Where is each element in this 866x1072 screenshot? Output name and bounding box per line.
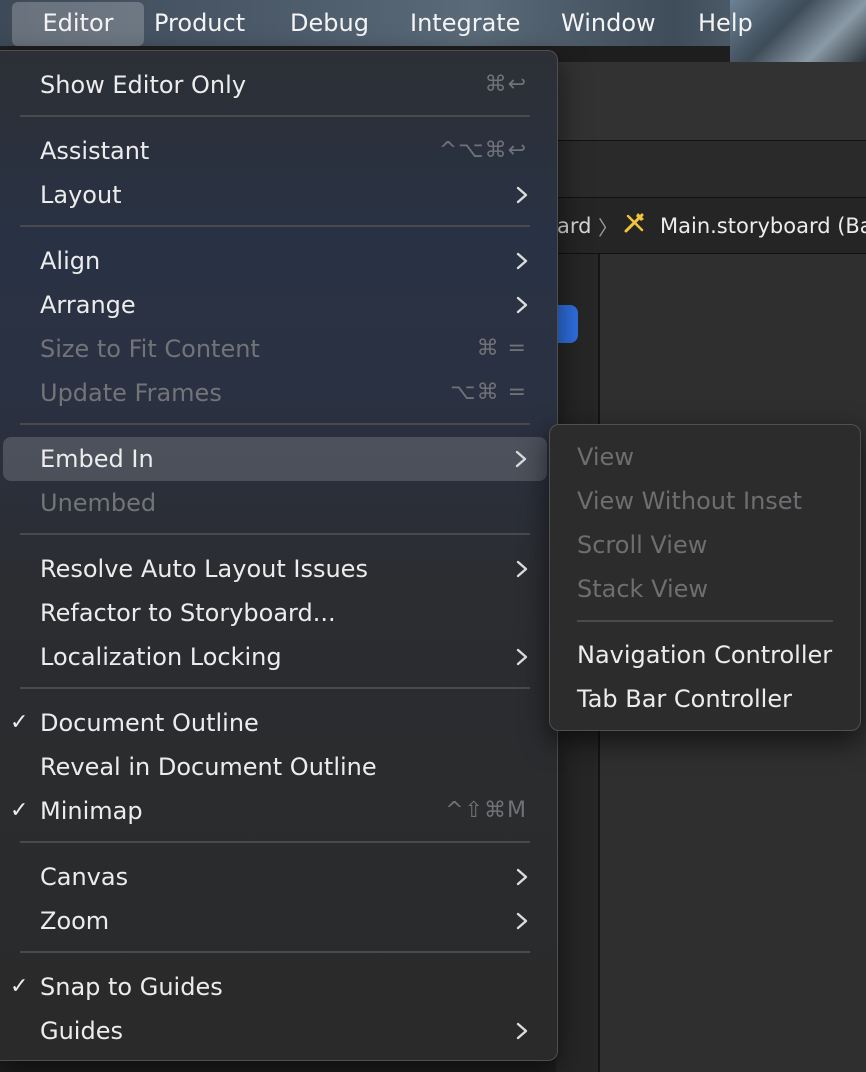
menu-separator <box>577 620 833 622</box>
menu-item-label: Document Outline <box>40 709 259 737</box>
chevron-right-icon <box>515 450 527 468</box>
menu-item-reveal-in-document-outline[interactable]: Reveal in Document Outline <box>0 745 557 789</box>
menu-item-label: Update Frames <box>40 379 222 407</box>
chevron-right-icon <box>516 912 528 930</box>
menu-item-label: Resolve Auto Layout Issues <box>40 555 368 583</box>
menu-item-label: Refactor to Storyboard... <box>40 599 336 627</box>
keyboard-shortcut: ^⇧⌘M <box>445 798 527 823</box>
menu-item-label: Show Editor Only <box>40 71 247 99</box>
editor-tab-bar <box>556 141 866 198</box>
menu-separator <box>20 687 530 689</box>
chevron-right-icon <box>516 252 528 270</box>
selection-highlight <box>556 305 578 343</box>
menu-separator <box>20 951 530 953</box>
menu-separator <box>20 115 530 117</box>
menu-item-label: Minimap <box>40 797 143 825</box>
menu-item-document-outline[interactable]: ✓ Document Outline <box>0 701 557 745</box>
keyboard-shortcut: ⌘↩ <box>484 72 527 97</box>
embed-in-submenu: View View Without Inset Scroll View Stack V… <box>549 424 861 731</box>
storyboard-icon <box>624 213 644 233</box>
menu-item-embed-in[interactable]: Embed In <box>3 437 547 481</box>
submenu-item-label: Stack View <box>577 575 709 603</box>
submenu-item-navigation-controller[interactable]: Navigation Controller <box>550 633 860 677</box>
menu-item-label: Unembed <box>40 489 157 517</box>
menu-separator <box>20 225 530 227</box>
editor-menu: Show Editor Only ⌘↩ Assistant ^⌥⌘↩ Layout Ali… <box>0 50 558 1061</box>
menu-item-arrange[interactable]: Arrange <box>0 283 557 327</box>
menubar-item-integrate[interactable]: Integrate <box>410 0 520 46</box>
menu-item-align[interactable]: Align <box>0 239 557 283</box>
submenu-item-label: Scroll View <box>577 531 708 559</box>
menu-item-refactor-to-storyboard[interactable]: Refactor to Storyboard... <box>0 591 557 635</box>
keyboard-shortcut: ⌘ = <box>476 336 527 361</box>
menu-separator <box>20 423 530 425</box>
menu-item-label: Canvas <box>40 863 129 891</box>
menubar-item-help[interactable]: Help <box>698 0 753 46</box>
submenu-item-label: Navigation Controller <box>577 641 833 669</box>
menu-separator <box>20 533 530 535</box>
menu-item-label: Assistant <box>40 137 150 165</box>
menu-item-snap-to-guides[interactable]: ✓ Snap to Guides <box>0 965 557 1009</box>
checkmark-icon: ✓ <box>10 710 29 735</box>
submenu-item-view-without-inset: View Without Inset <box>550 479 860 523</box>
submenu-item-view: View <box>550 435 860 479</box>
jump-bar-separator: 〉 <box>598 216 618 240</box>
jump-bar-path-fragment[interactable]: ard <box>557 214 591 238</box>
menu-item-label: Embed In <box>40 445 154 473</box>
submenu-item-tab-bar-controller[interactable]: Tab Bar Controller <box>550 677 860 721</box>
menu-item-zoom[interactable]: Zoom <box>0 899 557 943</box>
submenu-item-stack-view: Stack View <box>550 567 860 611</box>
submenu-item-label: Tab Bar Controller <box>577 685 792 713</box>
menu-item-update-frames: Update Frames ⌥⌘ = <box>0 371 557 415</box>
keyboard-shortcut: ⌥⌘ = <box>450 380 527 405</box>
menubar-item-product[interactable]: Product <box>154 0 245 46</box>
jump-bar-title[interactable]: Main.storyboard (Ba <box>660 214 866 238</box>
chevron-right-icon <box>516 560 528 578</box>
menu-item-label: Arrange <box>40 291 136 319</box>
chevron-right-icon <box>516 186 528 204</box>
menubar-item-window[interactable]: Window <box>561 0 656 46</box>
menu-item-label: Reveal in Document Outline <box>40 753 377 781</box>
menubar-item-debug[interactable]: Debug <box>290 0 369 46</box>
checkmark-icon: ✓ <box>10 974 29 999</box>
menu-item-resolve-auto-layout-issues[interactable]: Resolve Auto Layout Issues <box>0 547 557 591</box>
submenu-item-label: View Without Inset <box>577 487 802 515</box>
menu-separator <box>20 841 530 843</box>
chevron-right-icon <box>516 1022 528 1040</box>
menubar-item-editor[interactable]: Editor <box>12 2 144 46</box>
menu-item-minimap[interactable]: ✓ Minimap ^⇧⌘M <box>0 789 557 833</box>
menu-item-label: Zoom <box>40 907 110 935</box>
menu-item-unembed: Unembed <box>0 481 557 525</box>
menu-item-label: Guides <box>40 1017 123 1045</box>
menu-item-assistant[interactable]: Assistant ^⌥⌘↩ <box>0 129 557 173</box>
menu-item-label: Layout <box>40 181 122 209</box>
menu-item-show-editor-only[interactable]: Show Editor Only ⌘↩ <box>0 63 557 107</box>
menu-item-label: Snap to Guides <box>40 973 223 1001</box>
menu-bar: Editor Product Debug Integrate Window He… <box>0 0 866 62</box>
menu-item-guides[interactable]: Guides <box>0 1009 557 1053</box>
menu-item-localization-locking[interactable]: Localization Locking <box>0 635 557 679</box>
xcode-toolbar <box>556 62 866 141</box>
menu-item-canvas[interactable]: Canvas <box>0 855 557 899</box>
menu-item-size-to-fit-content: Size to Fit Content ⌘ = <box>0 327 557 371</box>
keyboard-shortcut: ^⌥⌘↩ <box>438 138 527 163</box>
chevron-right-icon <box>516 648 528 666</box>
submenu-item-scroll-view: Scroll View <box>550 523 860 567</box>
menu-item-label: Localization Locking <box>40 643 282 671</box>
menu-item-label: Size to Fit Content <box>40 335 260 363</box>
submenu-item-label: View <box>577 443 634 471</box>
checkmark-icon: ✓ <box>10 798 29 823</box>
menu-item-label: Align <box>40 247 101 275</box>
chevron-right-icon <box>516 868 528 886</box>
menu-item-layout[interactable]: Layout <box>0 173 557 217</box>
chevron-right-icon <box>516 296 528 314</box>
